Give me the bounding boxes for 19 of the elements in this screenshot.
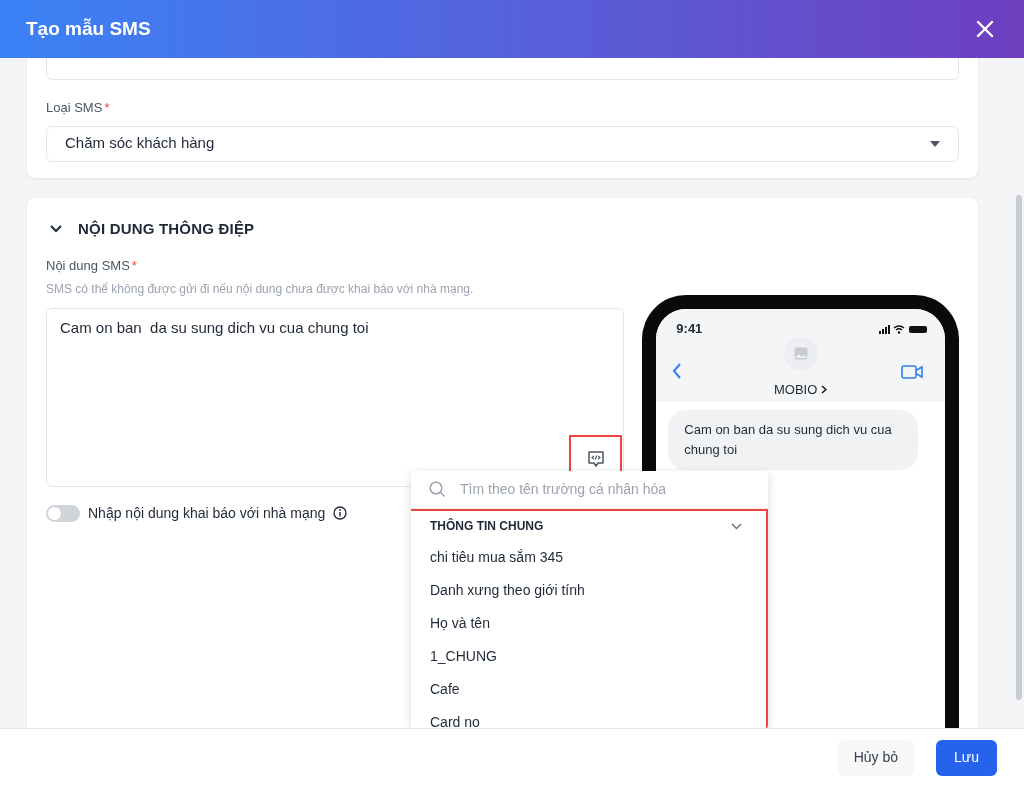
field-label: Nội dung SMS*: [46, 257, 138, 275]
save-button[interactable]: Lưu: [936, 739, 997, 776]
phone-clock: 9:41: [676, 320, 703, 338]
menu-item[interactable]: Cafe: [430, 673, 742, 706]
field-hint: SMS có thể không được gửi đi nếu nội dung chưa được khai báo với nhà mạng.: [46, 280, 475, 298]
menu-item[interactable]: Card no: [430, 706, 742, 728]
contact-name: MOBIO: [774, 380, 818, 399]
toggle-label: Nhập nội dung khai báo với nhà mạng: [88, 503, 326, 523]
section-title: NỘI DUNG THÔNG ĐIỆP: [78, 218, 255, 239]
menu-item[interactable]: 1_CHUNG: [430, 640, 742, 673]
sms-type-select[interactable]: Chăm sóc khách hàng: [46, 125, 959, 162]
menu-item[interactable]: chi tiêu mua sắm 345: [430, 541, 742, 574]
dialog-title: Tạo mẫu SMS: [26, 16, 151, 41]
group-title: THÔNG TIN CHUNG: [430, 517, 544, 535]
message-bubble: Cam on ban da su sung dich vu cua chung toi: [668, 410, 919, 471]
cancel-button[interactable]: Hủy bỏ: [837, 739, 914, 776]
menu-item[interactable]: Họ và tên: [430, 607, 742, 640]
field-label: Loại SMS*: [46, 99, 111, 117]
menu-item[interactable]: Danh xưng theo giới tính: [430, 574, 742, 607]
